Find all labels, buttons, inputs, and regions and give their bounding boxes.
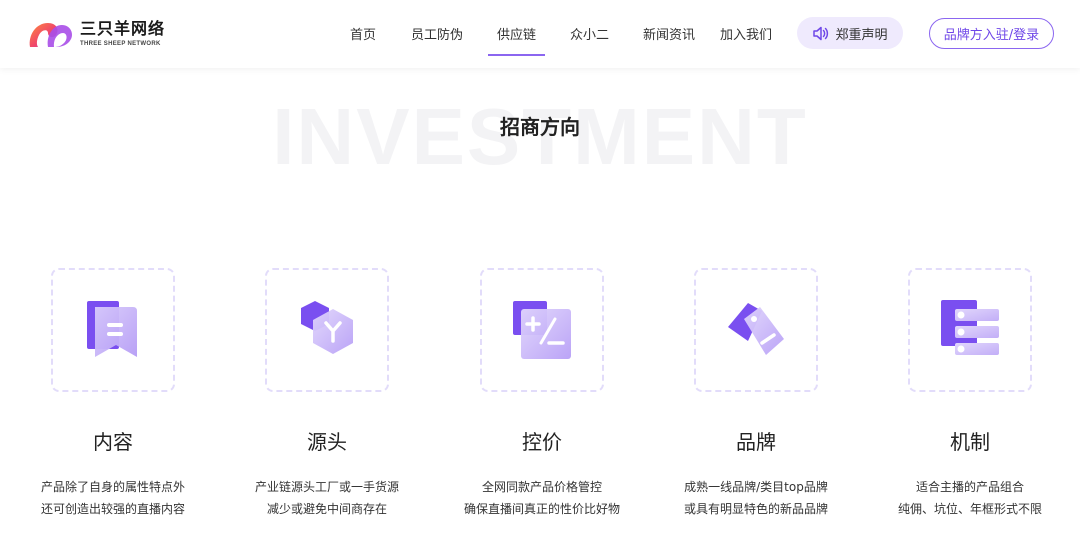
card-description: 产业链源头工厂或一手货源 减少或避免中间商存在 — [205, 476, 449, 520]
brand-logo[interactable]: 三只羊网络 THREE SHEEP NETWORK — [26, 16, 165, 52]
bookmark-icon — [81, 295, 145, 365]
card-title: 内容 — [93, 430, 133, 454]
nav-item-anti-counterfeit[interactable]: 员工防伪 — [411, 24, 463, 43]
card-description: 产品除了自身的属性特点外 还可创造出较强的直播内容 — [0, 476, 235, 520]
calculator-icon — [509, 297, 575, 363]
card-desc-line: 成熟一线品牌/类目top品牌 — [684, 480, 828, 494]
card-desc-line: 纯佣、坑位、年框形式不限 — [897, 502, 1042, 516]
card-mechanism: 机制 适合主播的产品组合 纯佣、坑位、年框形式不限 — [898, 268, 1042, 516]
speaker-icon — [812, 26, 829, 41]
card-desc-line: 确保直播间真正的性价比好物 — [463, 502, 620, 516]
card-source: 源头 产业链源头工厂或一手货源 减少或避免中间商存在 — [255, 268, 399, 516]
tag-icon — [722, 297, 790, 363]
brand-name: 三只羊网络 — [80, 19, 166, 38]
card-description: 全网同款产品价格管控 确保直播间真正的性价比好物 — [420, 476, 664, 520]
notice-button[interactable]: 郑重声明 — [797, 17, 903, 49]
card-desc-line: 产业链源头工厂或一手货源 — [254, 480, 399, 494]
notice-label: 郑重声明 — [835, 27, 888, 43]
card-title: 机制 — [950, 430, 990, 454]
card-icon-box — [908, 268, 1032, 392]
brand-name-en: THREE SHEEP NETWORK — [80, 41, 161, 47]
nav-item-zhongxiaoer[interactable]: 众小二 — [570, 24, 609, 43]
card-title: 源头 — [307, 430, 347, 454]
card-desc-line: 适合主播的产品组合 — [915, 480, 1024, 494]
hexagon-y-icon — [295, 295, 359, 365]
list-toggle-icon — [937, 297, 1003, 363]
card-desc-line: 还可创造出较强的直播内容 — [40, 502, 185, 516]
card-description: 成熟一线品牌/类目top品牌 或具有明显特色的新品品牌 — [634, 476, 878, 520]
card-title: 控价 — [522, 430, 562, 454]
card-desc-line: 或具有明显特色的新品品牌 — [683, 502, 828, 516]
nav-item-join-us[interactable]: 加入我们 — [720, 24, 772, 43]
card-icon-box — [51, 268, 175, 392]
top-header: 三只羊网络 THREE SHEEP NETWORK 首页 员工防伪 供应链 众小… — [0, 0, 1080, 68]
card-title: 品牌 — [736, 430, 776, 454]
card-content: 内容 产品除了自身的属性特点外 还可创造出较强的直播内容 — [41, 268, 185, 516]
card-icon-box — [694, 268, 818, 392]
nav-item-news[interactable]: 新闻资讯 — [643, 24, 695, 43]
card-desc-line: 产品除了自身的属性特点外 — [40, 480, 185, 494]
card-description: 适合主播的产品组合 纯佣、坑位、年框形式不限 — [848, 476, 1080, 520]
card-desc-line: 全网同款产品价格管控 — [481, 480, 602, 494]
card-price-control: 控价 全网同款产品价格管控 确保直播间真正的性价比好物 — [464, 268, 620, 516]
card-icon-box — [265, 268, 389, 392]
nav-item-home[interactable]: 首页 — [350, 24, 376, 43]
nav-item-supply-chain[interactable]: 供应链 — [487, 24, 546, 56]
card-desc-line: 减少或避免中间商存在 — [266, 502, 387, 516]
brand-login-button[interactable]: 品牌方入驻/登录 — [929, 18, 1054, 49]
section-title: 招商方向 — [500, 115, 580, 139]
card-icon-box — [480, 268, 604, 392]
sheep-logo-icon — [26, 17, 76, 51]
card-brand: 品牌 成熟一线品牌/类目top品牌 或具有明显特色的新品品牌 — [684, 268, 828, 516]
